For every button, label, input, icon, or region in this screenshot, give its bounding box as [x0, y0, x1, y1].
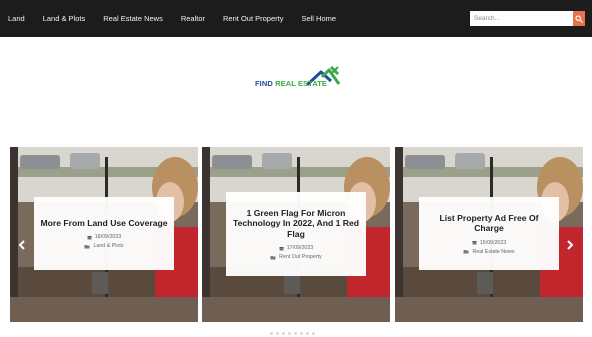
- pagination-dot[interactable]: [282, 332, 285, 335]
- featured-posts-slider: More From Land Use Coverage 18/09/2023 L…: [0, 147, 592, 322]
- pagination-dot[interactable]: [270, 332, 273, 335]
- pagination-dot[interactable]: [276, 332, 279, 335]
- top-navigation-bar: Land Land & Plots Real Estate News Realt…: [0, 0, 592, 37]
- post-title[interactable]: List Property Ad Free Of Charge: [425, 213, 553, 234]
- logo-word-real-estate: REAL ESTATE: [275, 79, 328, 88]
- folder-icon: [270, 255, 276, 260]
- slider-prev-button[interactable]: [16, 238, 28, 252]
- post-category[interactable]: Real Estate News: [463, 248, 515, 255]
- post-card: 1 Green Flag For Micron Technology In 20…: [226, 192, 366, 276]
- slide[interactable]: List Property Ad Free Of Charge 15/09/20…: [395, 147, 583, 322]
- logo-text: FIND REAL ESTATE: [255, 79, 327, 88]
- search-form: [470, 11, 585, 26]
- calendar-icon: [279, 246, 284, 251]
- nav-item-real-estate-news[interactable]: Real Estate News: [103, 14, 163, 23]
- folder-icon: [84, 244, 90, 249]
- chevron-left-icon: [18, 240, 25, 250]
- chevron-right-icon: [567, 240, 574, 250]
- post-card: More From Land Use Coverage 18/09/2023 L…: [34, 197, 174, 270]
- pagination-dot[interactable]: [300, 332, 303, 335]
- pagination-dot[interactable]: [312, 332, 315, 335]
- post-date: 17/09/2023: [279, 245, 314, 252]
- logo-word-find: FIND: [255, 79, 276, 88]
- post-category-text: Rent Out Property: [279, 254, 322, 261]
- folder-icon: [463, 250, 469, 254]
- post-category-text: Land & Plots: [93, 243, 124, 250]
- slider-pagination: [270, 332, 318, 335]
- pagination-dot[interactable]: [294, 332, 297, 335]
- nav-item-rent-out-property[interactable]: Rent Out Property: [223, 14, 283, 23]
- search-button[interactable]: [573, 11, 585, 26]
- post-date: 15/09/2023: [472, 239, 507, 246]
- nav-item-land[interactable]: Land: [8, 14, 25, 23]
- nav-item-land-plots[interactable]: Land & Plots: [43, 14, 86, 23]
- pagination-dot[interactable]: [288, 332, 291, 335]
- nav-item-realtor[interactable]: Realtor: [181, 14, 205, 23]
- calendar-icon: [472, 241, 477, 245]
- post-date-text: 17/09/2023: [286, 245, 314, 252]
- post-date-text: 15/09/2023: [479, 239, 507, 246]
- nav-item-sell-home[interactable]: Sell Home: [301, 14, 336, 23]
- post-date-text: 18/09/2023: [94, 234, 122, 241]
- post-category-text: Real Estate News: [472, 248, 515, 255]
- slide[interactable]: 1 Green Flag For Micron Technology In 20…: [202, 147, 390, 322]
- post-category[interactable]: Land & Plots: [84, 243, 124, 250]
- site-logo[interactable]: FIND REAL ESTATE: [255, 64, 343, 88]
- pagination-dot[interactable]: [306, 332, 309, 335]
- post-title[interactable]: 1 Green Flag For Micron Technology In 20…: [232, 208, 360, 240]
- calendar-icon: [87, 235, 92, 240]
- search-input[interactable]: [470, 11, 573, 26]
- post-title[interactable]: More From Land Use Coverage: [40, 218, 167, 229]
- post-card: List Property Ad Free Of Charge 15/09/20…: [419, 197, 559, 270]
- slider-next-button[interactable]: [564, 238, 576, 252]
- main-menu: Land Land & Plots Real Estate News Realt…: [8, 0, 354, 37]
- slide[interactable]: More From Land Use Coverage 18/09/2023 L…: [10, 147, 198, 322]
- post-category[interactable]: Rent Out Property: [270, 254, 322, 260]
- post-date: 18/09/2023: [87, 234, 122, 241]
- search-icon: [575, 14, 583, 23]
